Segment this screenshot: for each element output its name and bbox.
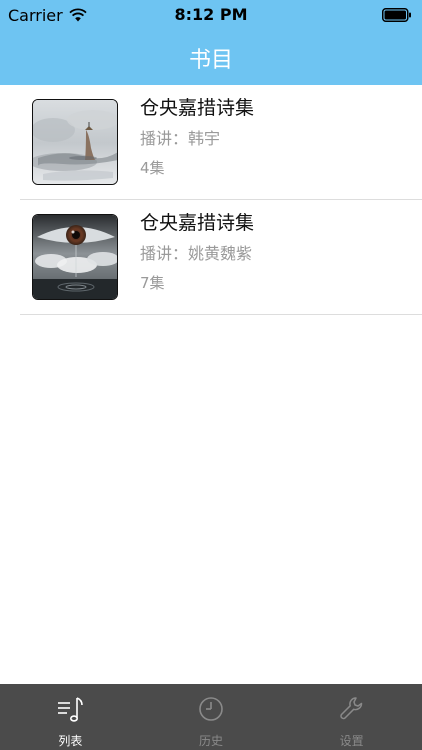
row-divider xyxy=(20,314,422,315)
tab-label: 设置 xyxy=(339,734,364,748)
tab-settings[interactable]: 设置 xyxy=(281,684,422,750)
book-cover-image xyxy=(32,214,118,300)
book-row[interactable]: 仓央嘉措诗集 播讲：韩宇 4集 xyxy=(0,85,422,200)
episode-count: 4集 xyxy=(140,159,165,177)
book-title: 仓央嘉措诗集 xyxy=(140,212,255,234)
wrench-icon xyxy=(339,697,362,720)
eye-in-clouds-cover xyxy=(33,215,117,299)
battery-icon xyxy=(382,8,411,22)
tab-history[interactable]: 历史 xyxy=(141,684,282,750)
nav-bar: 书目 xyxy=(0,30,422,85)
book-cover-image xyxy=(32,99,118,185)
clock-icon xyxy=(199,697,223,721)
page-title: 书目 xyxy=(188,48,233,73)
status-time: 8:12 PM xyxy=(174,5,248,24)
book-title: 仓央嘉措诗集 xyxy=(140,97,255,119)
status-bar: Carrier 8:12 PM xyxy=(0,0,422,30)
tab-label: 历史 xyxy=(199,734,224,748)
tab-bar: 列表 历史 设置 xyxy=(0,684,422,750)
book-narrator: 播讲：姚黄魏紫 xyxy=(140,244,253,263)
book-list: 仓央嘉措诗集 播讲：韩宇 4集 仓央嘉措诗集 播讲：姚黄魏紫 7集 xyxy=(0,85,422,315)
tab-list[interactable]: 列表 xyxy=(0,684,141,750)
book-row[interactable]: 仓央嘉措诗集 播讲：姚黄魏紫 7集 xyxy=(0,200,422,315)
figure-in-mist-cover xyxy=(33,100,117,184)
tab-label: 列表 xyxy=(58,734,83,748)
music-list-icon xyxy=(58,697,84,722)
episode-count: 7集 xyxy=(140,274,165,292)
book-narrator: 播讲：韩宇 xyxy=(140,129,221,148)
